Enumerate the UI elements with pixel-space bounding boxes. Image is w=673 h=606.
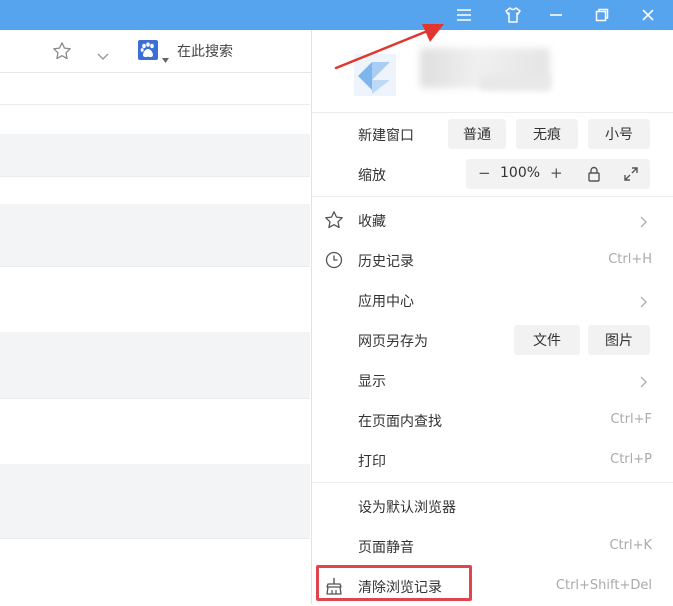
annotation-arrow-icon [334,24,444,70]
menu-item-label: 应用中心 [358,294,414,310]
main-menu-panel: 新建窗口 普通 无痕 小号 缩放 − 100% + 收藏 历史记录 Ctrl+H… [311,30,673,604]
menu-item-label: 网页另存为 [358,334,428,350]
menu-divider [312,112,673,113]
menu-item-label: 在页面内查找 [358,414,442,430]
menu-item-app-center[interactable]: 应用中心 [312,280,673,320]
restore-icon[interactable] [579,0,625,30]
chevron-right-icon [640,213,648,232]
new-window-alt-account-button[interactable]: 小号 [588,119,650,149]
new-window-normal-button[interactable]: 普通 [448,119,506,149]
chevron-down-icon[interactable] [97,46,109,65]
zoom-out-button[interactable]: − [478,164,491,182]
save-as-image-button[interactable]: 图片 [588,325,650,355]
chevron-right-icon [640,373,648,392]
menu-item-shortcut: Ctrl+H [608,252,652,267]
browser-toolbar: 在此搜索 [0,30,311,73]
content-row [0,398,310,465]
search-placeholder[interactable]: 在此搜索 [177,41,233,61]
highlight-box [316,565,472,601]
menu-item-shortcut: Ctrl+F [610,412,652,427]
menu-item-label: 页面静音 [358,540,414,556]
menu-item-label: 设为默认浏览器 [358,500,456,516]
minimize-icon[interactable] [533,0,579,30]
close-icon[interactable] [625,0,671,30]
menu-item-display[interactable]: 显示 [312,360,673,400]
menu-divider [312,482,673,483]
menu-zoom: 缩放 − 100% + [312,154,673,194]
menu-item-mute-page[interactable]: 页面静音 Ctrl+K [312,526,673,566]
baidu-paw-icon[interactable] [138,40,158,60]
star-icon [324,210,344,230]
content-row [0,134,310,177]
content-row [0,266,310,333]
menu-item-save-page-as: 网页另存为 文件 图片 [312,320,673,360]
zoom-controls: − 100% + [466,159,650,189]
lock-icon[interactable] [587,166,601,186]
new-window-incognito-button[interactable]: 无痕 [516,119,578,149]
menu-new-window: 新建窗口 普通 无痕 小号 [312,114,673,154]
user-sub-blurred [480,76,550,90]
menu-item-shortcut: Ctrl+P [610,452,652,467]
content-row [0,72,310,105]
content-row [0,204,310,267]
menu-item-print[interactable]: 打印 Ctrl+P [312,440,673,480]
menu-item-shortcut: Ctrl+Shift+Del [555,578,652,593]
zoom-level: 100% [500,165,541,181]
search-engine-caret-icon[interactable] [162,48,169,67]
clock-icon [324,250,344,270]
fullscreen-icon[interactable] [623,166,639,186]
menu-item-find-in-page[interactable]: 在页面内查找 Ctrl+F [312,400,673,440]
content-row [0,464,310,539]
content-row [0,332,310,399]
menu-item-favorites[interactable]: 收藏 [312,200,673,240]
menu-item-label: 显示 [358,374,386,390]
menu-item-set-default-browser[interactable]: 设为默认浏览器 [312,486,673,526]
menu-item-shortcut: Ctrl+K [609,538,652,553]
menu-item-label: 历史记录 [358,254,414,270]
menu-divider [312,196,673,197]
menu-new-window-label: 新建窗口 [358,128,414,144]
menu-item-label: 收藏 [358,214,386,230]
zoom-in-button[interactable]: + [550,164,563,182]
menu-item-history[interactable]: 历史记录 Ctrl+H [312,240,673,280]
menu-zoom-label: 缩放 [358,168,386,184]
save-as-file-button[interactable]: 文件 [514,325,580,355]
menu-item-label: 打印 [358,454,386,470]
star-icon[interactable] [52,41,72,65]
content-row [0,176,310,205]
chevron-right-icon [640,293,648,312]
skin-icon[interactable] [490,0,536,30]
